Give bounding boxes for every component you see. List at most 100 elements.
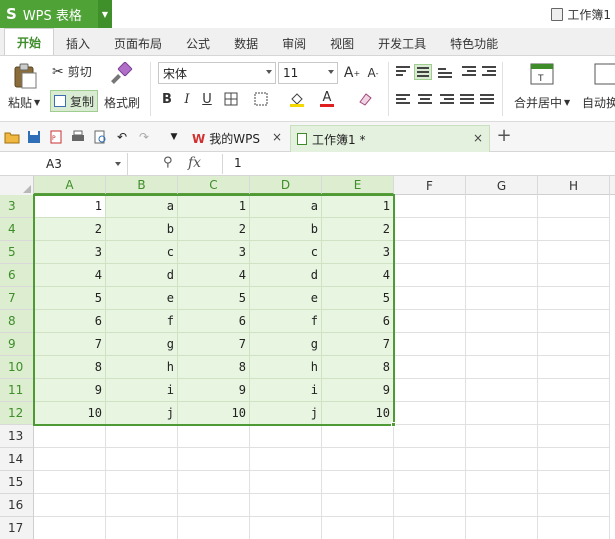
cell-g16[interactable] [466,494,538,517]
cell-d8[interactable]: f [250,310,322,333]
cell-c6[interactable]: 4 [178,264,250,287]
open-folder-icon[interactable] [4,129,20,145]
tab-6[interactable]: 视图 [318,31,366,55]
cell-h10[interactable] [538,356,610,379]
cell-a8[interactable]: 6 [34,310,106,333]
doc-tab-workbook1[interactable]: 工作簿1 * × [290,125,490,152]
row-header-4[interactable]: 4 [0,218,34,241]
chevron-down-icon[interactable] [115,162,121,166]
chevron-down-icon[interactable]: ▼ [98,0,112,28]
cell-c12[interactable]: 10 [178,402,250,425]
cell-d15[interactable] [250,471,322,494]
indent-decrease-icon[interactable] [462,66,476,78]
row-header-5[interactable]: 5 [0,241,34,264]
cell-c9[interactable]: 7 [178,333,250,356]
cell-d13[interactable] [250,425,322,448]
cell-b7[interactable]: e [106,287,178,310]
column-header-g[interactable]: G [466,176,538,195]
align-middle-icon[interactable] [414,64,432,80]
cell-a9[interactable]: 7 [34,333,106,356]
zoom-search-icon[interactable]: ⚲ [163,155,173,170]
row-header-6[interactable]: 6 [0,264,34,287]
tab-8[interactable]: 特色功能 [438,31,510,55]
cell-b17[interactable] [106,517,178,539]
tab-0[interactable]: 开始 [4,28,55,55]
cell-b16[interactable] [106,494,178,517]
cell-f14[interactable] [394,448,466,471]
cell-a11[interactable]: 9 [34,379,106,402]
column-header-d[interactable]: D [250,176,322,195]
row-header-8[interactable]: 8 [0,310,34,333]
cell-c5[interactable]: 3 [178,241,250,264]
print-preview-icon[interactable] [92,129,108,145]
app-menu-button[interactable]: S WPS 表格 ▼ [0,0,112,28]
name-box[interactable]: A3 [0,153,128,175]
cell-b10[interactable]: h [106,356,178,379]
cell-d6[interactable]: d [250,264,322,287]
cell-b15[interactable] [106,471,178,494]
align-bottom-icon[interactable] [438,68,452,80]
cell-a6[interactable]: 4 [34,264,106,287]
cell-e14[interactable] [322,448,394,471]
cell-h12[interactable] [538,402,610,425]
format-painter-icon[interactable] [108,62,134,88]
merge-center-button[interactable]: 合并居中 ▼ [514,94,570,111]
cell-c11[interactable]: 9 [178,379,250,402]
cell-e17[interactable] [322,517,394,539]
font-size-select[interactable]: 11 [278,62,338,84]
cell-b3[interactable]: a [106,195,178,218]
cell-h7[interactable] [538,287,610,310]
tab-2[interactable]: 页面布局 [102,31,174,55]
cell-e6[interactable]: 4 [322,264,394,287]
align-justify-icon[interactable] [460,94,474,106]
cell-d4[interactable]: b [250,218,322,241]
underline-button[interactable]: U [198,90,216,108]
fill-handle[interactable] [391,422,396,427]
cell-e4[interactable]: 2 [322,218,394,241]
cell-f6[interactable] [394,264,466,287]
cell-g12[interactable] [466,402,538,425]
row-header-15[interactable]: 15 [0,471,34,494]
copy-button[interactable]: 复制 [50,90,99,112]
cell-f11[interactable] [394,379,466,402]
cell-d17[interactable] [250,517,322,539]
cell-e7[interactable]: 5 [322,287,394,310]
cell-c8[interactable]: 6 [178,310,250,333]
cell-c4[interactable]: 2 [178,218,250,241]
spreadsheet-grid[interactable]: ABCDEFGH 31a1a142b2b253c3c364d4d475e5e58… [0,176,615,539]
cell-c17[interactable] [178,517,250,539]
formula-input[interactable]: 1 [234,156,242,170]
cell-g7[interactable] [466,287,538,310]
cell-g6[interactable] [466,264,538,287]
cell-d10[interactable]: h [250,356,322,379]
column-header-a[interactable]: A [34,176,106,195]
cell-d7[interactable]: e [250,287,322,310]
cell-b9[interactable]: g [106,333,178,356]
row-header-11[interactable]: 11 [0,379,34,402]
cell-b13[interactable] [106,425,178,448]
cell-g11[interactable] [466,379,538,402]
cell-e8[interactable]: 6 [322,310,394,333]
export-pdf-icon[interactable]: P [48,129,64,145]
cell-d12[interactable]: j [250,402,322,425]
increase-font-icon[interactable]: A + [343,64,361,82]
column-header-c[interactable]: C [178,176,250,195]
cell-f12[interactable] [394,402,466,425]
cell-h13[interactable] [538,425,610,448]
cell-e11[interactable]: 9 [322,379,394,402]
cell-g14[interactable] [466,448,538,471]
chevron-down-icon[interactable]: ▼ [34,98,40,107]
wrap-text-icon[interactable] [594,62,615,86]
tab-7[interactable]: 开发工具 [366,31,438,55]
cell-f17[interactable] [394,517,466,539]
print-icon[interactable] [70,129,86,145]
align-right-icon[interactable] [440,94,454,106]
cell-e15[interactable] [322,471,394,494]
cell-f16[interactable] [394,494,466,517]
cell-h8[interactable] [538,310,610,333]
bold-button[interactable]: B [158,90,176,108]
cell-a15[interactable] [34,471,106,494]
column-header-h[interactable]: H [538,176,610,195]
cell-h3[interactable] [538,195,610,218]
indent-increase-icon[interactable] [482,66,496,78]
